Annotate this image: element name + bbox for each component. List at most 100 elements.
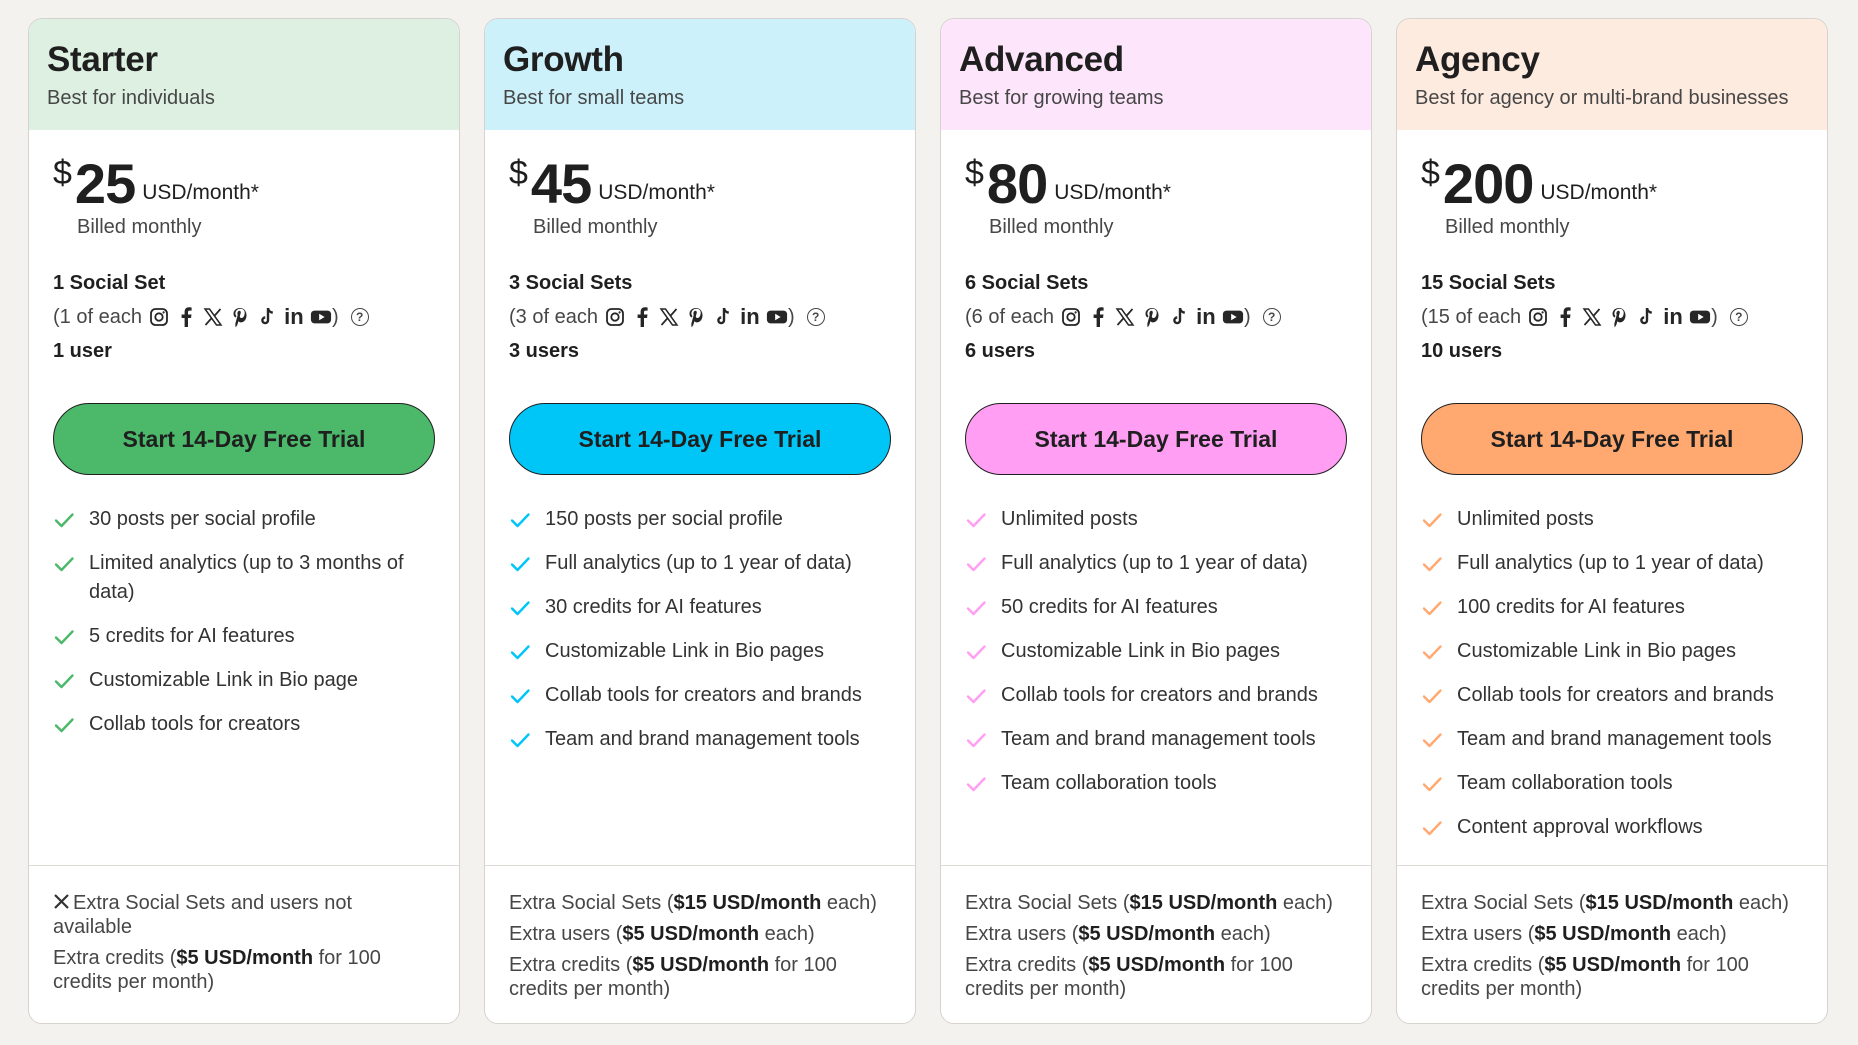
- social-network-icons: in: [1527, 306, 1711, 328]
- feature-item: Full analytics (up to 1 year of data): [965, 549, 1347, 578]
- plan-card-advanced: Advanced Best for growing teams $ 80 USD…: [940, 18, 1372, 1024]
- social-sets-detail: (3 of each in) ?: [509, 302, 891, 332]
- feature-text: Full analytics (up to 1 year of data): [1001, 552, 1308, 574]
- feature-text: Full analytics (up to 1 year of data): [545, 552, 852, 574]
- plan-tagline: Best for individuals: [47, 87, 215, 109]
- plan-name: Agency: [1415, 40, 1540, 79]
- price-amount: 200: [1442, 152, 1534, 215]
- feature-text: Team collaboration tools: [1001, 772, 1217, 794]
- check-icon: [54, 513, 74, 528]
- linkedin-icon: in: [1196, 304, 1216, 329]
- extra-users-label: Extra users (: [509, 923, 623, 945]
- feature-item: Full analytics (up to 1 year of data): [1421, 549, 1803, 578]
- x-icon: [1581, 306, 1603, 328]
- facebook-icon: [631, 306, 653, 328]
- start-trial-button[interactable]: Start 14-Day Free Trial: [965, 403, 1347, 475]
- extra-social-sets-label: Extra Social Sets (: [509, 892, 674, 914]
- instagram-icon: [1060, 306, 1082, 328]
- plan-name: Advanced: [959, 40, 1124, 79]
- pinterest-icon: [1608, 306, 1630, 328]
- social-sets-detail: (15 of each in) ?: [1421, 302, 1803, 332]
- check-icon: [54, 718, 74, 733]
- tiktok-icon: [1168, 306, 1190, 328]
- extra-social-sets-suffix: each): [1733, 892, 1789, 914]
- feature-list: Unlimited posts Full analytics (up to 1 y…: [965, 505, 1347, 798]
- feature-item: 30 credits for AI features: [509, 593, 891, 622]
- social-sets-each-label: (3 of each: [509, 305, 598, 328]
- tiktok-icon: [256, 306, 278, 328]
- social-sets-each-close: ): [1711, 305, 1718, 328]
- help-icon[interactable]: ?: [806, 308, 825, 326]
- feature-item: Team and brand management tools: [965, 725, 1347, 754]
- extra-users-suffix: each): [1215, 923, 1271, 945]
- plan-extras: Extra Social Sets ($15 USD/month each) E…: [485, 865, 915, 1023]
- plan-name: Starter: [47, 40, 158, 79]
- feature-text: Team and brand management tools: [1457, 728, 1772, 750]
- feature-text: Unlimited posts: [1457, 508, 1594, 530]
- check-icon: [510, 513, 530, 528]
- close-icon: [54, 894, 69, 909]
- price-period: USD/month*: [1054, 181, 1171, 204]
- extra-credits-price: $5 USD/month: [176, 947, 314, 969]
- check-icon: [510, 689, 530, 704]
- social-network-icons: in: [148, 306, 332, 328]
- social-sets-each-label: (6 of each: [965, 305, 1054, 328]
- feature-text: 30 posts per social profile: [89, 508, 316, 530]
- extra-users-label: Extra users (: [1421, 923, 1535, 945]
- extra-users-price: $5 USD/month: [1534, 923, 1672, 945]
- feature-text: Team and brand management tools: [1001, 728, 1316, 750]
- extra-users-suffix: each): [759, 923, 815, 945]
- start-trial-button[interactable]: Start 14-Day Free Trial: [509, 403, 891, 475]
- extra-credits-price: $5 USD/month: [1088, 954, 1226, 976]
- check-icon: [966, 645, 986, 660]
- plan-body: $ 200 USD/month* Billed monthly 15 Socia…: [1397, 152, 1827, 842]
- extra-social-sets: Extra Social Sets ($15 USD/month each): [1421, 891, 1803, 915]
- help-icon[interactable]: ?: [1729, 308, 1748, 326]
- start-trial-button[interactable]: Start 14-Day Free Trial: [53, 403, 435, 475]
- check-icon: [54, 557, 74, 572]
- start-trial-button[interactable]: Start 14-Day Free Trial: [1421, 403, 1803, 475]
- feature-item: Unlimited posts: [965, 505, 1347, 534]
- feature-text: 5 credits for AI features: [89, 625, 295, 647]
- check-icon: [510, 645, 530, 660]
- social-sets-detail: (1 of each in) ?: [53, 302, 435, 332]
- price-period: USD/month*: [598, 181, 715, 204]
- feature-item: Collab tools for creators: [53, 710, 435, 739]
- youtube-icon: [766, 306, 788, 328]
- social-network-icons: in: [1060, 306, 1244, 328]
- price-currency: $: [53, 154, 72, 192]
- extra-social-sets-price: $15 USD/month: [1585, 892, 1734, 914]
- social-sets-count: 3 Social Sets: [509, 272, 633, 294]
- feature-list: 30 posts per social profile Limited analy…: [53, 505, 435, 739]
- billing-cycle: Billed monthly: [989, 216, 1114, 238]
- social-sets-each-close: ): [787, 305, 795, 328]
- price-amount: 45: [530, 152, 592, 215]
- check-icon: [1422, 601, 1442, 616]
- check-icon: [54, 674, 74, 689]
- user-count: 6 users: [965, 340, 1036, 362]
- plan-extras: Extra Social Sets ($15 USD/month each) E…: [941, 865, 1371, 1023]
- feature-text: Collab tools for creators: [89, 713, 301, 735]
- feature-text: 100 credits for AI features: [1457, 596, 1685, 618]
- feature-list: Unlimited posts Full analytics (up to 1 y…: [1421, 505, 1803, 842]
- check-icon: [966, 513, 986, 528]
- check-icon: [1422, 777, 1442, 792]
- help-icon[interactable]: ?: [1262, 308, 1281, 326]
- plan-body: $ 80 USD/month* Billed monthly 6 Social …: [941, 152, 1371, 798]
- extra-social-sets-suffix: each): [1277, 892, 1333, 914]
- check-icon: [966, 777, 986, 792]
- feature-text: Collab tools for creators and brands: [1001, 684, 1318, 706]
- feature-item: Collab tools for creators and brands: [965, 681, 1347, 710]
- billing-cycle: Billed monthly: [77, 216, 202, 238]
- facebook-icon: [1087, 306, 1109, 328]
- facebook-icon: [175, 306, 197, 328]
- price: $ 25 USD/month*: [53, 152, 435, 212]
- tiktok-icon: [712, 306, 734, 328]
- social-sets-each-label: (1 of each: [53, 305, 142, 328]
- feature-text: Customizable Link in Bio pages: [545, 640, 825, 662]
- tiktok-icon: [1635, 306, 1657, 328]
- help-icon[interactable]: ?: [350, 308, 369, 326]
- price-period: USD/month*: [142, 181, 259, 204]
- social-sets-count: 15 Social Sets: [1421, 272, 1556, 294]
- plan-name: Growth: [503, 40, 624, 79]
